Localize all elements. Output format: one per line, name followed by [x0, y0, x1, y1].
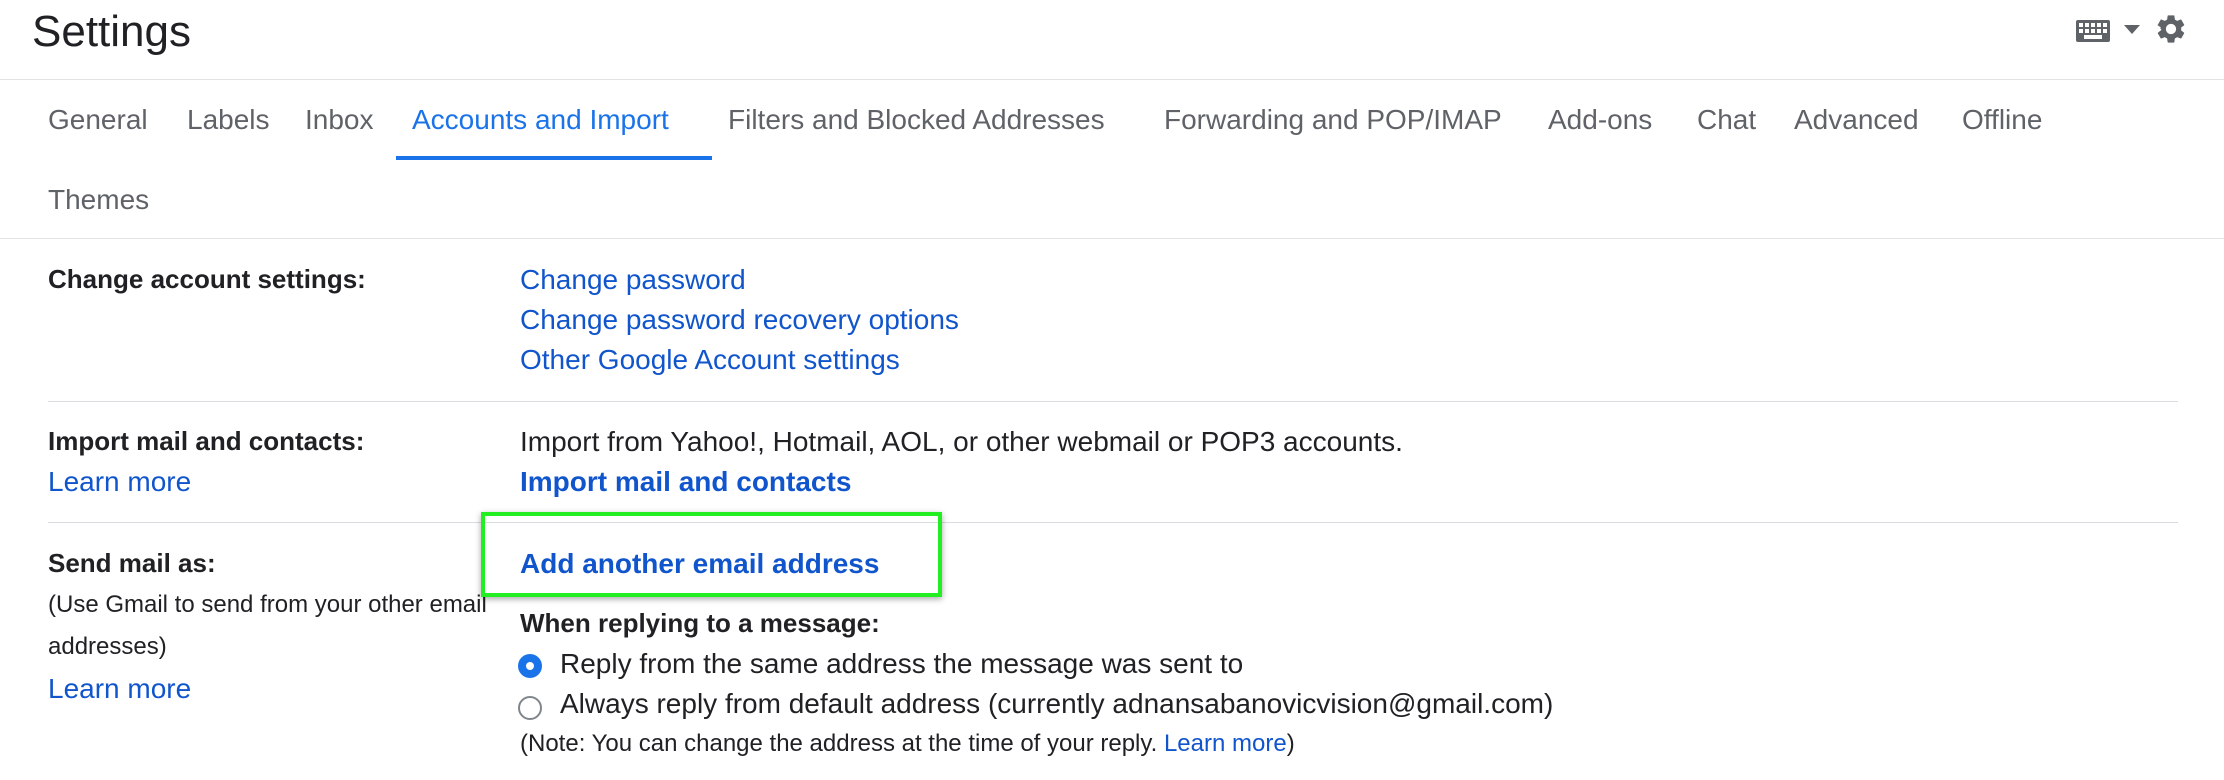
import-mail-and-contacts-link[interactable]: Import mail and contacts — [520, 466, 851, 498]
other-google-account-settings-link[interactable]: Other Google Account settings — [520, 344, 900, 376]
reply-note-text: (Note: You can change the address at the… — [520, 730, 1164, 757]
reply-note-close: ) — [1286, 730, 1295, 757]
section-divider — [48, 401, 2178, 402]
tab-advanced[interactable]: Advanced — [1794, 102, 1919, 138]
gear-icon[interactable] — [2154, 12, 2188, 51]
tabs-divider — [0, 238, 2224, 239]
page-title: Settings — [32, 7, 191, 56]
tab-inbox[interactable]: Inbox — [305, 102, 374, 138]
send-mail-learn-more-link[interactable]: Learn more — [48, 673, 191, 705]
tab-labels[interactable]: Labels — [187, 102, 270, 138]
import-description: Import from Yahoo!, Hotmail, AOL, or oth… — [520, 426, 1403, 457]
send-mail-as-label: Send mail as: — [48, 548, 216, 578]
reply-note-learn-more-link[interactable]: Learn more — [1164, 730, 1287, 757]
tab-add-ons[interactable]: Add-ons — [1548, 102, 1652, 138]
reply-same-address-label[interactable]: Reply from the same address the message … — [560, 648, 1243, 680]
send-mail-as-description-line1: (Use Gmail to send from your other email — [48, 591, 487, 618]
keyboard-icon[interactable] — [2076, 20, 2110, 47]
tab-accounts-and-import[interactable]: Accounts and Import — [412, 102, 669, 138]
active-tab-indicator — [396, 156, 712, 160]
when-replying-heading: When replying to a message: — [520, 608, 880, 638]
import-learn-more-link[interactable]: Learn more — [48, 466, 191, 498]
add-another-email-address-link[interactable]: Add another email address — [520, 548, 879, 580]
tab-filters-and-blocked-addresses[interactable]: Filters and Blocked Addresses — [728, 102, 1105, 138]
caret-down-icon[interactable] — [2124, 22, 2140, 40]
change-account-settings-label: Change account settings: — [48, 264, 366, 294]
section-divider — [48, 522, 2178, 523]
reply-same-address-radio[interactable] — [518, 654, 542, 678]
tab-forwarding-and-pop-imap[interactable]: Forwarding and POP/IMAP — [1164, 102, 1502, 138]
tab-chat[interactable]: Chat — [1697, 102, 1756, 138]
change-password-link[interactable]: Change password — [520, 264, 746, 296]
change-password-recovery-link[interactable]: Change password recovery options — [520, 304, 959, 336]
reply-note: (Note: You can change the address at the… — [520, 730, 1295, 758]
send-mail-as-description-line2: addresses) — [48, 633, 167, 660]
settings-header: Settings — [0, 0, 2224, 80]
tab-offline[interactable]: Offline — [1962, 102, 2042, 138]
reply-default-address-label[interactable]: Always reply from default address (curre… — [560, 688, 1553, 720]
tab-themes[interactable]: Themes — [48, 182, 149, 218]
reply-default-address-radio[interactable] — [518, 696, 542, 720]
import-mail-label: Import mail and contacts: — [48, 426, 365, 456]
tab-general[interactable]: General — [48, 102, 148, 138]
